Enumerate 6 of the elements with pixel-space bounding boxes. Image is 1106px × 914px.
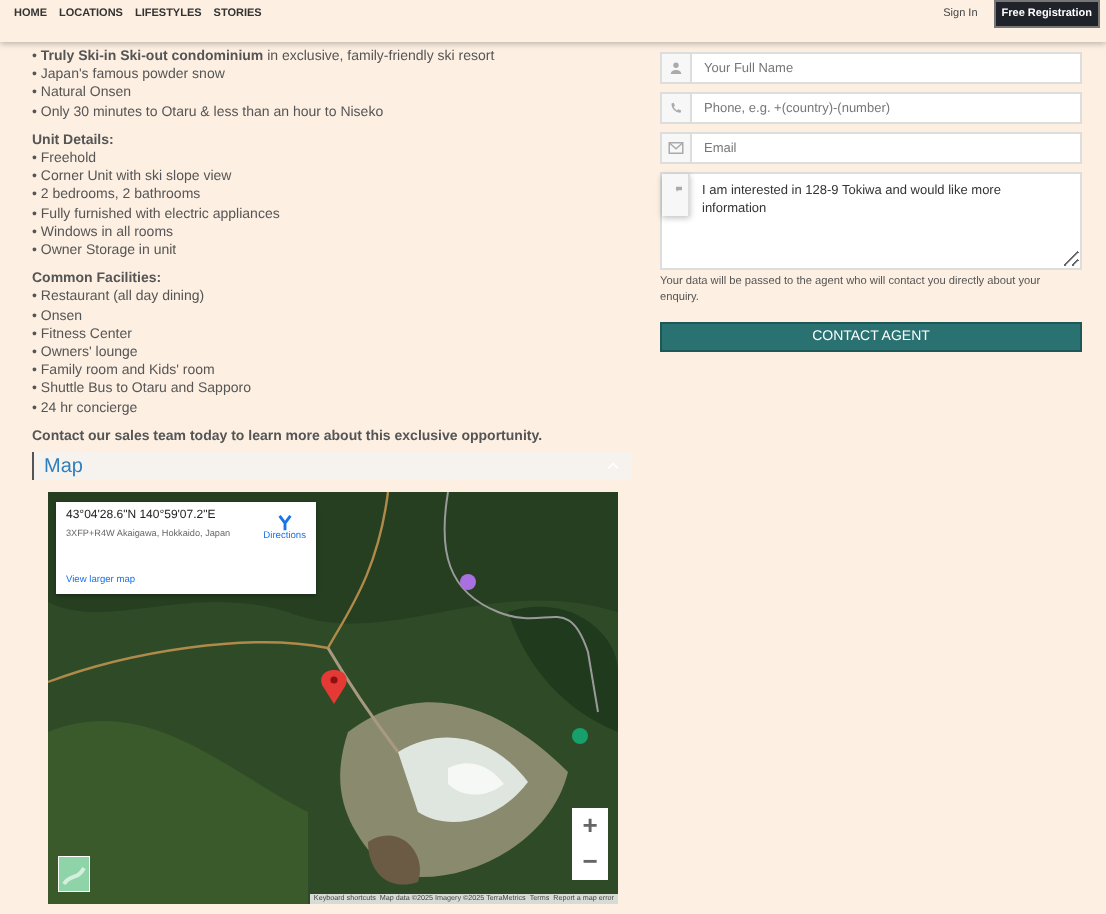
directions-icon[interactable] — [275, 514, 294, 533]
envelope-icon — [668, 142, 684, 154]
map-layers-icon[interactable] — [58, 856, 90, 893]
phone-icon — [670, 102, 682, 114]
person-icon — [670, 62, 682, 74]
map-heading: Map — [44, 455, 83, 478]
